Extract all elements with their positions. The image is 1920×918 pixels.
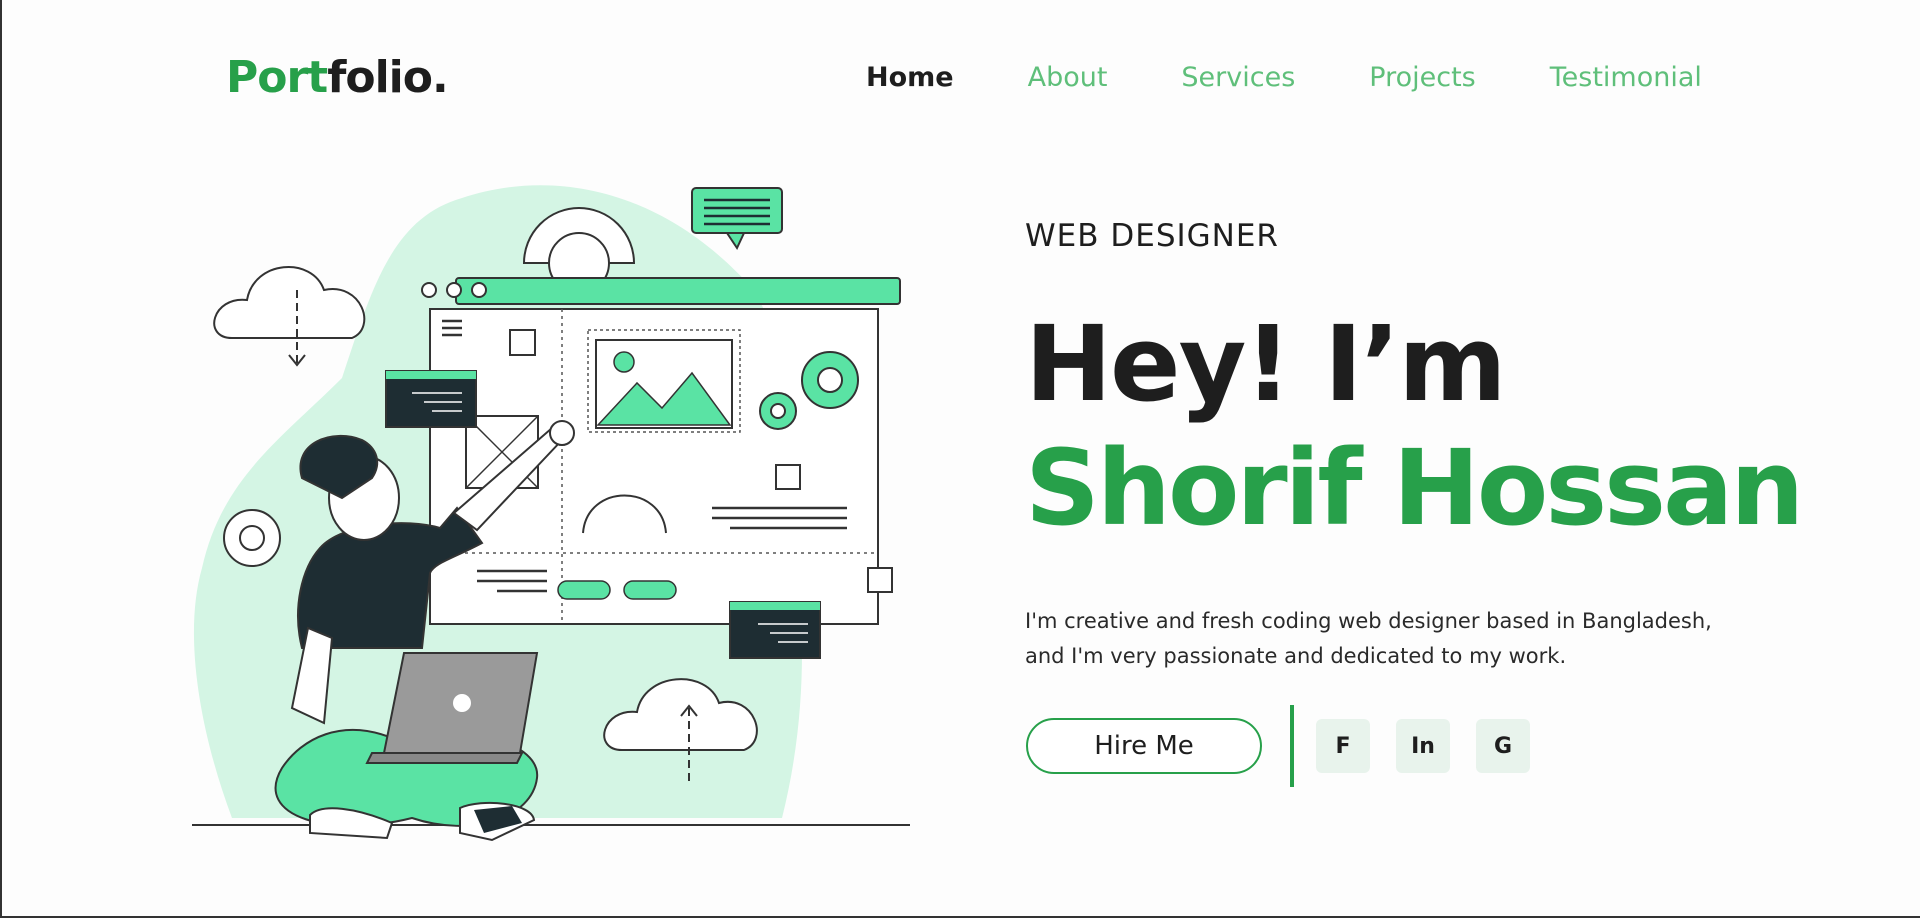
cloud-download-icon — [213, 266, 366, 367]
nav-links: Home About Services Projects Testimonial — [866, 62, 1702, 93]
speech-bubble-icon — [691, 187, 783, 251]
hero-illustration — [192, 185, 910, 842]
logo-part-dark: folio. — [327, 52, 448, 103]
hero-greeting: Hey! I’m — [1025, 303, 1507, 425]
github-link[interactable]: G — [1476, 719, 1530, 773]
nav-link-about[interactable]: About — [1028, 62, 1108, 93]
facebook-link[interactable]: F — [1316, 719, 1370, 773]
logo[interactable]: Portfolio. — [226, 52, 449, 103]
code-card-icon — [729, 601, 821, 659]
nav-link-home[interactable]: Home — [866, 62, 954, 93]
hero-name: Shorif Hossan — [1025, 427, 1804, 549]
code-card-icon — [385, 370, 477, 428]
linkedin-link[interactable]: In — [1396, 719, 1450, 773]
hero-description: I'm creative and fresh coding web design… — [1025, 609, 1712, 668]
navbar: Portfolio. Home About Services Projects … — [2, 0, 1920, 160]
hero-subtitle: WEB DESIGNER — [1025, 218, 1279, 254]
gear-icon — [223, 509, 281, 567]
browser-window — [421, 277, 901, 625]
nav-link-services[interactable]: Services — [1181, 62, 1295, 93]
nav-link-testimonial[interactable]: Testimonial — [1550, 62, 1702, 93]
nav-link-projects[interactable]: Projects — [1369, 62, 1475, 93]
hero-text: WEB DESIGNER Hey! I’m Shorif Hossan I'm … — [1025, 218, 1804, 674]
action-divider — [1290, 705, 1294, 787]
hero-actions: Hire Me F In G — [1026, 705, 1556, 787]
hire-me-button[interactable]: Hire Me — [1026, 718, 1262, 774]
logo-part-green: Port — [226, 52, 328, 103]
